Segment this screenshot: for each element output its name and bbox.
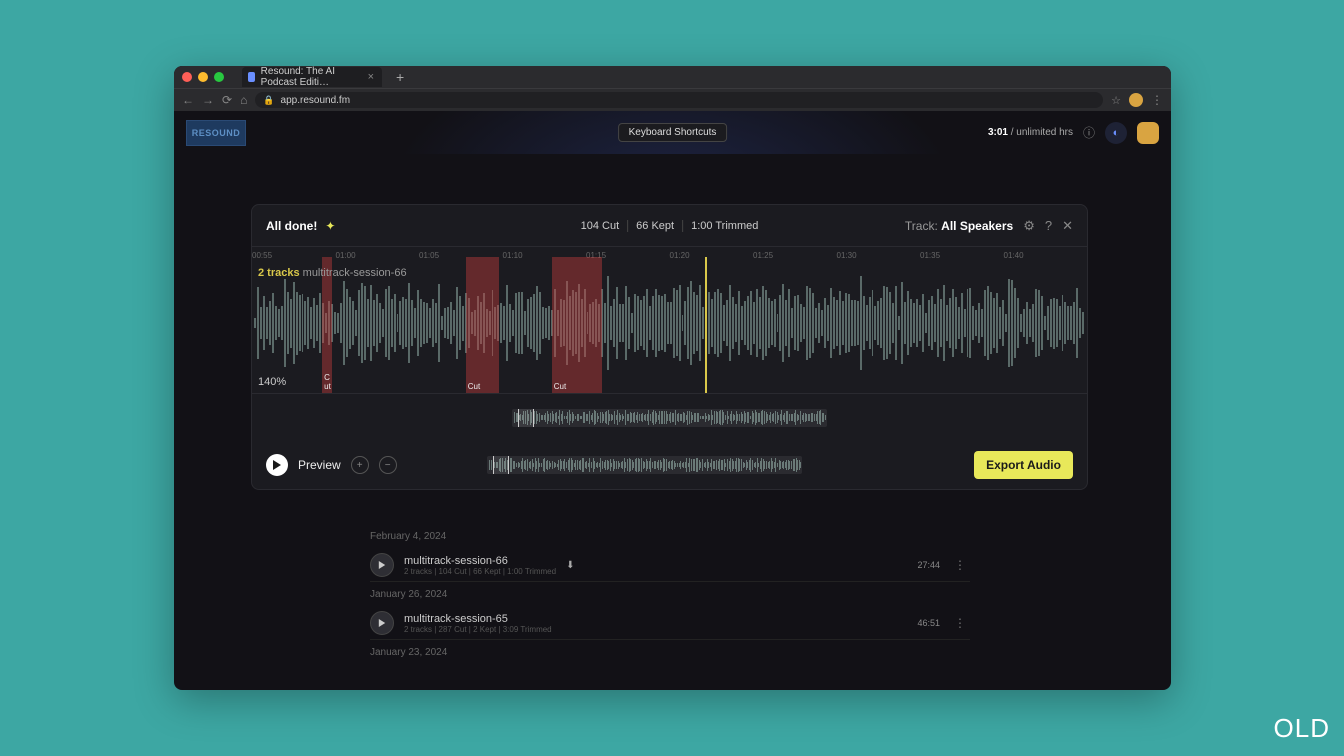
theme-toggle[interactable]: ◐ xyxy=(1105,122,1127,144)
zoom-out-button[interactable]: − xyxy=(379,456,397,474)
close-icon[interactable]: × xyxy=(368,71,374,83)
ruler-tick: 01:20 xyxy=(670,251,690,260)
ruler-tick: 01:00 xyxy=(336,251,356,260)
url-text: app.resound.fm xyxy=(281,95,351,106)
editor-panel: All done! ✦ 104 Cut 66 Kept 1:00 Trimmed… xyxy=(251,204,1088,490)
window-close-icon[interactable] xyxy=(182,72,192,82)
more-icon[interactable]: ⋮ xyxy=(950,558,970,572)
playhead[interactable] xyxy=(705,257,707,393)
export-button[interactable]: Export Audio xyxy=(974,451,1073,479)
favicon-icon xyxy=(248,72,255,82)
browser-titlebar: Resound: The AI Podcast Editi… × + xyxy=(174,66,1171,88)
window-min-icon[interactable] xyxy=(198,72,208,82)
avatar[interactable] xyxy=(1137,122,1159,144)
info-icon[interactable]: ⓘ xyxy=(1083,124,1095,141)
waveform[interactable] xyxy=(252,275,1087,371)
stat-trimmed: 1:00 Trimmed xyxy=(683,220,766,232)
close-icon[interactable]: ✕ xyxy=(1062,218,1073,234)
play-icon[interactable] xyxy=(370,553,394,577)
cut-label: Cut xyxy=(554,382,566,391)
keyboard-shortcuts-button[interactable]: Keyboard Shortcuts xyxy=(618,123,728,142)
app-header: RESOUND Keyboard Shortcuts 3:01 / unlimi… xyxy=(174,111,1171,154)
play-button[interactable] xyxy=(266,454,288,476)
preview-label: Preview xyxy=(298,458,341,472)
forward-icon[interactable]: → xyxy=(202,93,214,107)
status-text: All done! xyxy=(266,219,317,233)
profile-icon[interactable] xyxy=(1129,93,1143,107)
browser-tab[interactable]: Resound: The AI Podcast Editi… × xyxy=(242,67,382,87)
watermark-old: OLD xyxy=(1274,713,1330,744)
waveform-area[interactable]: 00:5501:0001:0501:1001:1501:2001:2501:30… xyxy=(252,246,1087,393)
project-row[interactable]: multitrack-session-652 tracks | 287 Cut … xyxy=(370,607,970,640)
project-date: February 4, 2024 xyxy=(370,531,970,542)
project-meta: 2 tracks | 104 Cut | 66 Kept | 1:00 Trim… xyxy=(404,567,556,576)
tab-title: Resound: The AI Podcast Editi… xyxy=(261,66,358,88)
project-date: January 26, 2024 xyxy=(370,589,970,600)
stat-kept: 66 Kept xyxy=(628,220,683,232)
ruler-tick: 01:40 xyxy=(1004,251,1024,260)
minimap-viewport[interactable] xyxy=(493,456,509,474)
ruler-tick: 01:30 xyxy=(837,251,857,260)
controls-row: Preview + − Export Audio xyxy=(252,441,1087,489)
zoom-in-button[interactable]: + xyxy=(351,456,369,474)
zoom-percent: 140% xyxy=(258,376,286,388)
url-input[interactable]: 🔒 app.resound.fm xyxy=(255,92,1103,108)
kebab-icon[interactable]: ⋮ xyxy=(1151,93,1163,107)
more-icon[interactable]: ⋮ xyxy=(950,616,970,630)
minimap-secondary[interactable] xyxy=(487,456,802,474)
browser-window: Resound: The AI Podcast Editi… × + ← → ⟳… xyxy=(174,66,1171,690)
cut-region[interactable]: Cut xyxy=(552,257,602,393)
cut-region[interactable]: Cut xyxy=(466,257,499,393)
ruler-tick: 01:25 xyxy=(753,251,773,260)
cut-label: Cut xyxy=(468,382,480,391)
track-info: 2 tracks multitrack-session-66 xyxy=(258,267,407,279)
minimap-viewport[interactable] xyxy=(518,409,534,427)
play-icon[interactable] xyxy=(370,611,394,635)
new-tab-button[interactable]: + xyxy=(396,69,404,85)
cut-label: C ut xyxy=(324,373,332,391)
project-date: January 23, 2024 xyxy=(370,647,970,658)
minimap-row xyxy=(252,393,1087,441)
project-row[interactable]: multitrack-session-662 tracks | 104 Cut … xyxy=(370,549,970,582)
help-icon[interactable]: ? xyxy=(1045,218,1052,233)
ruler-tick: 00:55 xyxy=(252,251,272,260)
project-meta: 2 tracks | 287 Cut | 2 Kept | 3:09 Trimm… xyxy=(404,625,552,634)
project-list: February 4, 2024multitrack-session-662 t… xyxy=(370,524,970,665)
back-icon[interactable]: ← xyxy=(182,93,194,107)
window-max-icon[interactable] xyxy=(214,72,224,82)
track-selector[interactable]: Track: All Speakers xyxy=(905,219,1013,233)
bookmark-icon[interactable]: ☆ xyxy=(1111,94,1121,107)
project-name: multitrack-session-66 xyxy=(404,555,556,567)
project-duration: 27:44 xyxy=(917,560,940,570)
project-name: multitrack-session-65 xyxy=(404,613,552,625)
gear-icon[interactable]: ⚙ xyxy=(1023,218,1035,234)
stat-cut: 104 Cut xyxy=(573,220,629,232)
ruler-tick: 01:10 xyxy=(503,251,523,260)
usage-hours: 3:01 / unlimited hrs xyxy=(988,127,1073,138)
download-icon[interactable]: ⬇ xyxy=(566,560,574,571)
minimap[interactable] xyxy=(512,409,827,427)
editor-header: All done! ✦ 104 Cut 66 Kept 1:00 Trimmed… xyxy=(252,205,1087,246)
home-icon[interactable]: ⌂ xyxy=(240,93,247,107)
ruler-tick: 01:35 xyxy=(920,251,940,260)
moon-icon: ◐ xyxy=(1113,127,1120,139)
timeline-ruler: 00:5501:0001:0501:1001:1501:2001:2501:30… xyxy=(252,247,1087,263)
browser-addressbar: ← → ⟳ ⌂ 🔒 app.resound.fm ☆ ⋮ xyxy=(174,88,1171,111)
editor-stats: 104 Cut 66 Kept 1:00 Trimmed xyxy=(573,220,767,232)
project-duration: 46:51 xyxy=(917,618,940,628)
reload-icon[interactable]: ⟳ xyxy=(222,93,232,107)
sparkle-icon: ✦ xyxy=(325,219,335,233)
logo[interactable]: RESOUND xyxy=(186,120,246,146)
lock-icon: 🔒 xyxy=(263,95,274,106)
ruler-tick: 01:05 xyxy=(419,251,439,260)
